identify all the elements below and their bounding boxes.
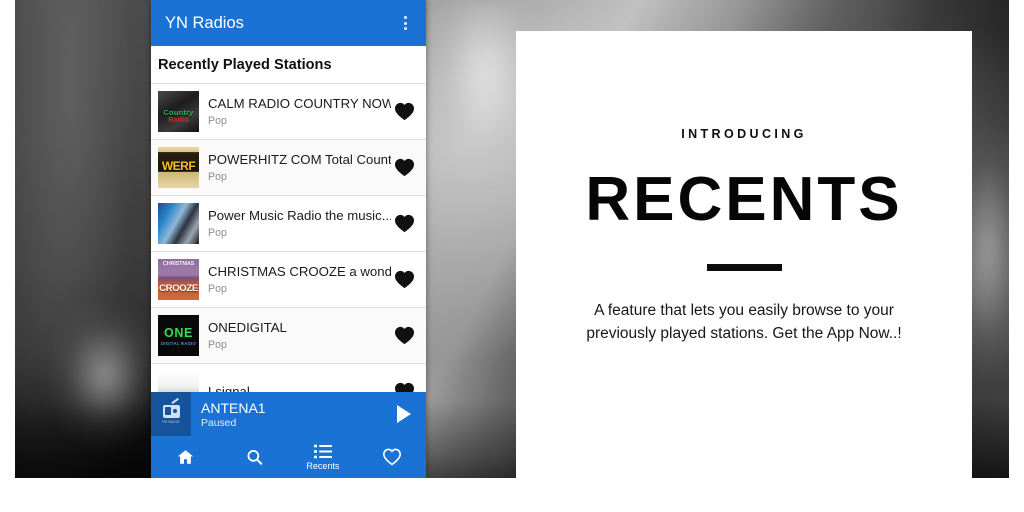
overflow-dot (403, 27, 407, 30)
heart-filled-icon[interactable] (391, 270, 417, 289)
list-item-text: Power Music Radio the music... Pop (208, 208, 391, 239)
promo-kicker: INTRODUCING (681, 127, 807, 141)
overflow-menu-icon[interactable] (392, 8, 418, 38)
now-playing-artwork: FM RADIO (151, 392, 191, 436)
screenshot-stage: INTRODUCING RECENTS A feature that lets … (0, 0, 1024, 512)
promo-content: INTRODUCING RECENTS A feature that lets … (516, 31, 972, 345)
page-right-margin (1009, 0, 1024, 478)
list-item[interactable]: Power Music Radio the music... Pop (151, 195, 426, 251)
station-genre: Pop (208, 171, 227, 183)
phone-app-mockup: YN Radios Recently Played Stations Count… (151, 0, 426, 478)
artwork-text: Radio (168, 117, 189, 124)
play-icon[interactable] (382, 405, 426, 423)
now-playing-text: ANTENA1 Paused (191, 400, 382, 429)
list-item[interactable]: CHRISTMAS CROOZE CHRISTMAS CROOZE a wond… (151, 251, 426, 307)
station-name: CALM RADIO COUNTRY NOW... (208, 96, 391, 111)
search-icon (247, 450, 262, 465)
station-name: Power Music Radio the music... (208, 208, 391, 223)
promo-body: A feature that lets you easily browse to… (586, 302, 902, 342)
list-icon (313, 444, 332, 458)
promo-divider (706, 264, 782, 271)
overflow-dot (403, 16, 407, 19)
home-icon (177, 450, 194, 464)
nav-item-search[interactable] (220, 436, 289, 478)
station-artwork: CHRISTMAS CROOZE (158, 259, 199, 300)
page-left-margin (0, 0, 15, 478)
list-item-text: CHRISTMAS CROOZE a wond... Pop (208, 264, 391, 295)
station-name: POWERHITZ COM Total Count... (208, 152, 391, 167)
artwork-text: WERF (161, 159, 196, 173)
promo-title: RECENTS (585, 165, 903, 234)
station-artwork (158, 203, 199, 244)
station-artwork: WERF (158, 147, 199, 188)
now-playing-station: ANTENA1 (201, 399, 266, 416)
list-item[interactable]: Country Radio CALM RADIO COUNTRY NOW... … (151, 83, 426, 139)
heart-filled-icon[interactable] (391, 102, 417, 121)
station-genre: Pop (208, 339, 227, 351)
artwork-text: DIGITAL RADIO (160, 341, 197, 346)
recently-played-list: Country Radio CALM RADIO COUNTRY NOW... … (151, 83, 426, 419)
list-item-text: POWERHITZ COM Total Count... Pop (208, 152, 391, 183)
app-bar: YN Radios (151, 0, 426, 46)
nav-item-recents[interactable]: Recents (289, 436, 358, 478)
artwork-text: ONE (164, 326, 193, 340)
list-item-text: ONEDIGITAL Pop (208, 320, 391, 351)
station-name: ONEDIGITAL (208, 320, 287, 335)
radio-antenna (170, 397, 179, 404)
radio-icon (162, 397, 180, 418)
station-genre: Pop (208, 227, 227, 239)
promo-card: INTRODUCING RECENTS A feature that lets … (516, 31, 972, 478)
list-item[interactable]: ONE DIGITAL RADIO ONEDIGITAL Pop (151, 307, 426, 363)
app-title: YN Radios (165, 13, 244, 32)
overflow-dot (403, 21, 407, 25)
heart-filled-icon[interactable] (391, 326, 417, 345)
heart-outline-icon (382, 448, 401, 466)
play-triangle (397, 405, 411, 423)
station-name: CHRISTMAS CROOZE a wond... (208, 264, 391, 279)
section-title: Recently Played Stations (158, 57, 332, 73)
heart-filled-icon[interactable] (391, 158, 417, 177)
station-genre: Pop (208, 283, 227, 295)
station-artwork: Country Radio (158, 91, 199, 132)
nav-item-home[interactable] (151, 436, 220, 478)
station-genre: Pop (208, 115, 227, 127)
artwork-text: CHRISTMAS (162, 261, 195, 267)
now-playing-status: Paused (201, 417, 237, 429)
nav-item-favorites[interactable] (357, 436, 426, 478)
artwork-caption: FM RADIO (162, 419, 180, 424)
bottom-navigation: Recents (151, 436, 426, 478)
heart-filled-icon[interactable] (391, 214, 417, 233)
artwork-text: Country (163, 108, 194, 117)
artwork-text: CROOZE (159, 283, 198, 294)
page-bottom-margin (0, 478, 1024, 512)
now-playing-bar[interactable]: FM RADIO ANTENA1 Paused (151, 392, 426, 436)
nav-item-recents-label: Recents (306, 460, 340, 471)
list-item[interactable]: WERF POWERHITZ COM Total Count... Pop (151, 139, 426, 195)
list-item-text: CALM RADIO COUNTRY NOW... Pop (208, 96, 391, 127)
station-artwork: ONE DIGITAL RADIO (158, 315, 199, 356)
